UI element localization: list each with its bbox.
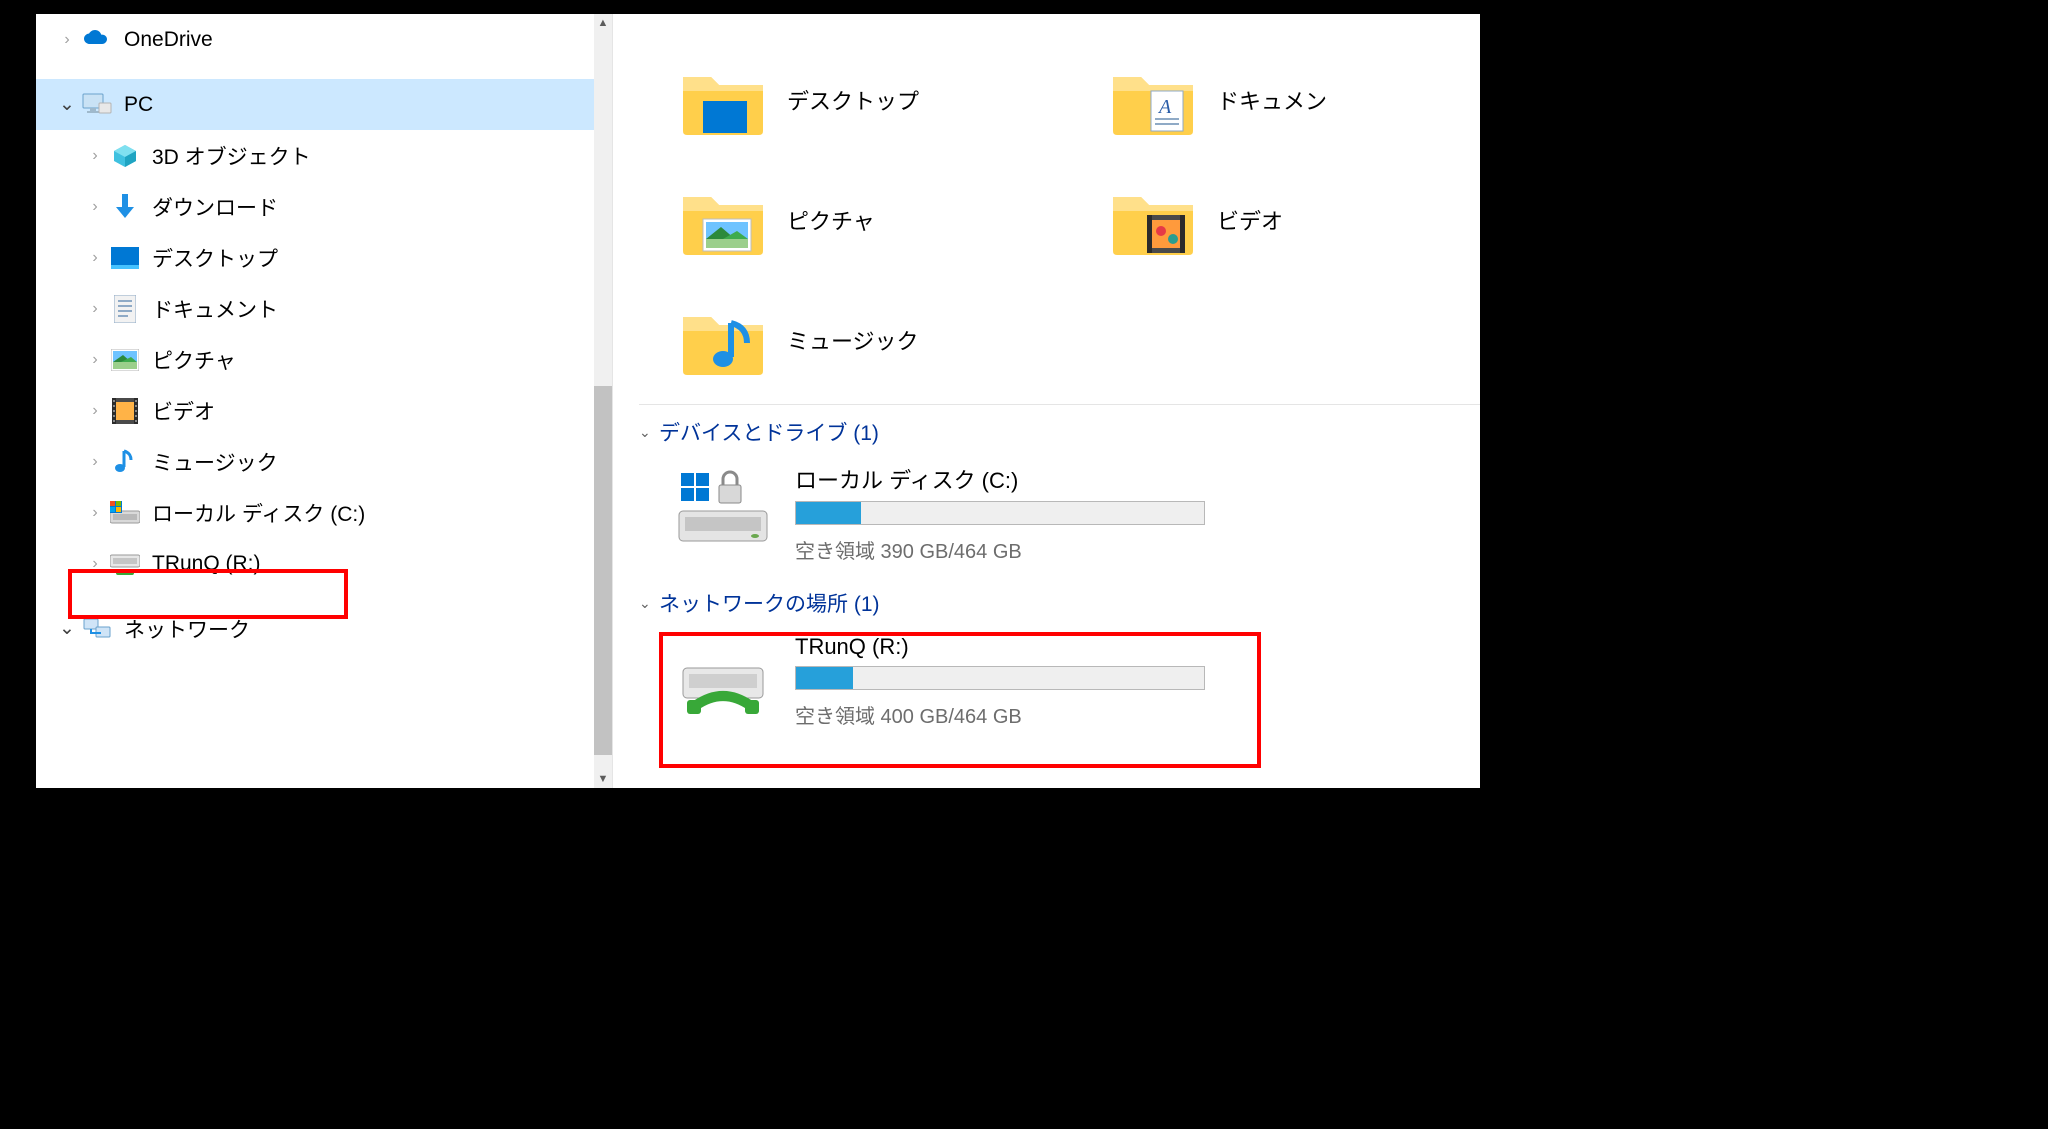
- folder-label: デスクトップ: [787, 84, 919, 116]
- document-icon: [108, 292, 142, 326]
- svg-text:A: A: [1157, 96, 1172, 118]
- tree-item-videos[interactable]: › ビデオ: [36, 385, 594, 436]
- group-title: ネットワークの場所 (1): [659, 588, 880, 618]
- tree-item-r-drive[interactable]: › TRunQ (R:): [36, 538, 594, 589]
- folder-tile-documents[interactable]: A ドキュメン: [1043, 40, 1473, 160]
- tree-item-music[interactable]: › ミュージック: [36, 436, 594, 487]
- network-icon: [80, 612, 114, 646]
- group-header-network[interactable]: ⌄ ネットワークの場所 (1): [613, 582, 1480, 624]
- local-drive-large-icon: [675, 463, 771, 547]
- cube-icon: [108, 139, 142, 173]
- folder-tile-pictures[interactable]: ピクチャ: [613, 160, 1043, 280]
- videos-folder-icon: [1111, 178, 1195, 262]
- tree-label: ドキュメント: [152, 294, 594, 324]
- group-title: デバイスとドライブ (1): [659, 417, 879, 447]
- tree-label: 3D オブジェクト: [152, 141, 594, 171]
- tree-item-pictures[interactable]: › ピクチャ: [36, 334, 594, 385]
- folder-label: ミュージック: [787, 324, 919, 356]
- tree-label: ピクチャ: [152, 345, 594, 375]
- expand-icon[interactable]: ›: [54, 31, 80, 49]
- nav-scroll-area: › OneDrive ⌄: [36, 14, 594, 788]
- tree-item-onedrive[interactable]: › OneDrive: [36, 14, 594, 65]
- collapse-icon[interactable]: ⌄: [54, 93, 80, 116]
- navigation-pane: › OneDrive ⌄: [36, 14, 613, 788]
- scroll-up-button[interactable]: ▲: [594, 14, 612, 32]
- system-folders-grid: デスクトップ A ドキュメン: [613, 40, 1480, 400]
- expand-icon[interactable]: ›: [82, 504, 108, 522]
- drive-tile-c[interactable]: ローカル ディスク (C:) 空き領域 390 GB/464 GB: [675, 453, 1235, 582]
- tree-item-pc[interactable]: ⌄ PC: [36, 79, 594, 130]
- content-pane: デスクトップ A ドキュメン: [613, 14, 1480, 788]
- tree-item-3d-objects[interactable]: › 3D オブジェクト: [36, 130, 594, 181]
- tree-label: ネットワーク: [124, 614, 594, 644]
- scroll-down-button[interactable]: ▼: [594, 770, 612, 788]
- network-drive-large-icon: [675, 634, 771, 718]
- chevron-down-icon[interactable]: ⌄: [639, 595, 659, 612]
- drive-info: ローカル ディスク (C:) 空き領域 390 GB/464 GB: [795, 463, 1205, 564]
- picture-icon: [108, 343, 142, 377]
- folder-tile-videos[interactable]: ビデオ: [1043, 160, 1473, 280]
- chevron-down-icon[interactable]: ⌄: [639, 424, 659, 441]
- network-drive-icon: [108, 547, 142, 581]
- folder-label: ドキュメン: [1217, 84, 1327, 116]
- folder-label: ピクチャ: [787, 204, 875, 236]
- drive-stats: 空き領域 400 GB/464 GB: [795, 700, 1205, 729]
- capacity-bar: [795, 666, 1205, 690]
- tree-label: PC: [124, 93, 594, 117]
- tree-label: デスクトップ: [152, 243, 594, 273]
- group-header-devices[interactable]: ⌄ デバイスとドライブ (1): [613, 411, 1480, 453]
- capacity-bar: [795, 501, 1205, 525]
- capacity-fill: [796, 667, 853, 689]
- tree-label: ダウンロード: [152, 192, 594, 222]
- tree-item-network[interactable]: ⌄ ネットワーク: [36, 603, 594, 654]
- scroll-thumb[interactable]: [594, 386, 612, 755]
- video-icon: [108, 394, 142, 428]
- music-icon: [108, 445, 142, 479]
- tree-label: ビデオ: [152, 396, 594, 426]
- drive-tile-r[interactable]: TRunQ (R:) 空き領域 400 GB/464 GB: [675, 624, 1235, 747]
- music-folder-icon: [681, 298, 765, 382]
- tree-label: ミュージック: [152, 447, 594, 477]
- expand-icon[interactable]: ›: [82, 147, 108, 165]
- explorer-window: › OneDrive ⌄: [36, 14, 1480, 788]
- desktop-folder-icon: [681, 58, 765, 142]
- expand-icon[interactable]: ›: [82, 555, 108, 573]
- capacity-fill: [796, 502, 861, 524]
- tree-item-desktop[interactable]: › デスクトップ: [36, 232, 594, 283]
- drive-name: TRunQ (R:): [795, 634, 1205, 660]
- local-drive-icon: [108, 496, 142, 530]
- pictures-folder-icon: [681, 178, 765, 262]
- expand-icon[interactable]: ›: [82, 453, 108, 471]
- tree-label: TRunQ (R:): [152, 552, 594, 576]
- collapse-icon[interactable]: ⌄: [54, 617, 80, 640]
- desktop-icon: [108, 241, 142, 275]
- tree-item-downloads[interactable]: › ダウンロード: [36, 181, 594, 232]
- pc-icon: [80, 88, 114, 122]
- nav-scrollbar[interactable]: ▲ ▼: [594, 14, 612, 788]
- tree-item-documents[interactable]: › ドキュメント: [36, 283, 594, 334]
- drive-stats: 空き領域 390 GB/464 GB: [795, 535, 1205, 564]
- scroll-track[interactable]: [594, 32, 612, 770]
- expand-icon[interactable]: ›: [82, 249, 108, 267]
- expand-icon[interactable]: ›: [82, 198, 108, 216]
- tree-item-c-drive[interactable]: › ローカル ディスク (C:): [36, 487, 594, 538]
- drive-name: ローカル ディスク (C:): [795, 463, 1205, 495]
- tree-label: OneDrive: [124, 28, 594, 52]
- tree-label: ローカル ディスク (C:): [152, 498, 594, 528]
- folder-tile-desktop[interactable]: デスクトップ: [613, 40, 1043, 160]
- folder-label: ビデオ: [1217, 204, 1283, 236]
- expand-icon[interactable]: ›: [82, 300, 108, 318]
- documents-folder-icon: A: [1111, 58, 1195, 142]
- group-divider: [639, 404, 1480, 405]
- download-icon: [108, 190, 142, 224]
- drive-info: TRunQ (R:) 空き領域 400 GB/464 GB: [795, 634, 1205, 729]
- onedrive-icon: [80, 23, 114, 57]
- expand-icon[interactable]: ›: [82, 402, 108, 420]
- folder-tile-music[interactable]: ミュージック: [613, 280, 1043, 400]
- expand-icon[interactable]: ›: [82, 351, 108, 369]
